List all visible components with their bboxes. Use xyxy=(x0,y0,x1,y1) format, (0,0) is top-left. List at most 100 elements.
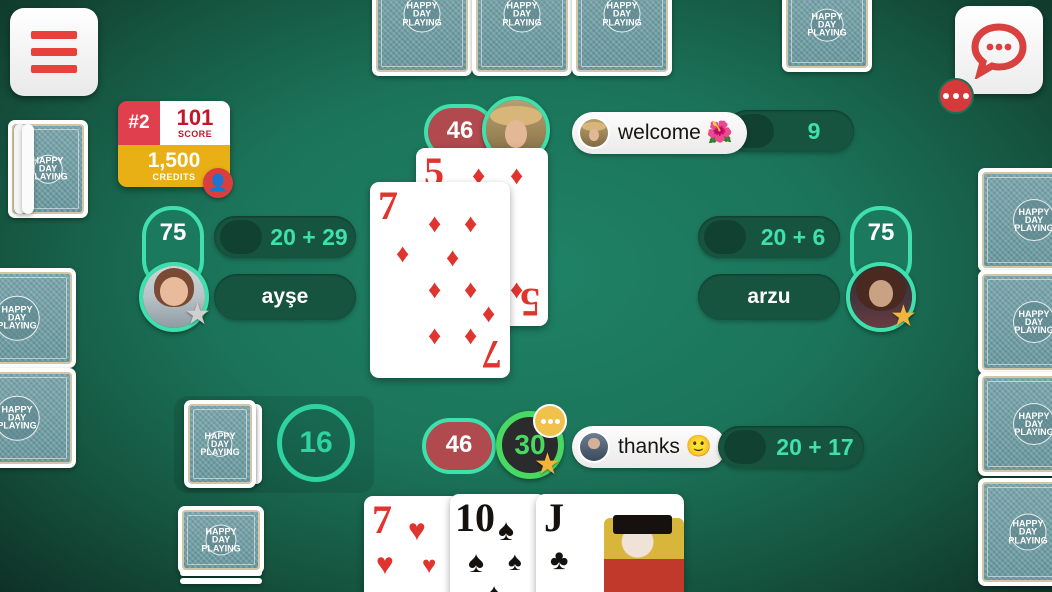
card-back-logo: HAPPY DAY PLAYING xyxy=(0,395,40,441)
chat-message: thanks 🙂 xyxy=(618,435,712,458)
bubble-avatar xyxy=(578,117,610,149)
score-slot xyxy=(724,430,766,464)
card-pip: ♦ xyxy=(482,298,496,328)
card-back-pattern: HAPPY DAY PLAYING xyxy=(982,482,1052,582)
right-opponent-card[interactable]: HAPPY DAY PLAYING xyxy=(978,270,1052,374)
credits-label: CREDITS xyxy=(152,172,196,182)
card-back-pattern: HAPPY DAY PLAYING xyxy=(188,404,252,484)
left-player-score-pill: 20 + 29 xyxy=(214,216,356,258)
chat-button[interactable] xyxy=(955,6,1043,94)
bottom-player-chat-icon[interactable] xyxy=(533,404,567,438)
right-player-timer-value: 75 xyxy=(867,219,895,246)
card-back-pattern: HAPPY DAY PLAYING xyxy=(786,0,868,68)
rank-badge: #2 xyxy=(118,101,160,145)
card-back-pattern: HAPPY DAY PLAYING xyxy=(476,0,568,72)
deck-remaining-count: 16 xyxy=(277,404,355,482)
hand-card[interactable]: 10 ♠ ♠ ♠ ♠ xyxy=(450,494,546,592)
top-player-score: 9 xyxy=(807,117,821,144)
bottom-player-star-icon: ★ xyxy=(534,448,561,481)
second-deck-stack-edge xyxy=(180,570,262,576)
top-right-opponent-card[interactable]: HAPPY DAY PLAYING xyxy=(782,0,872,72)
card-back-logo: HAPPY DAY PLAYING xyxy=(1013,199,1052,241)
card-back-pattern: HAPPY DAY PLAYING xyxy=(0,372,72,464)
top-player-timer-value: 46 xyxy=(446,117,474,144)
left-opponent-card[interactable]: HAPPY DAY PLAYING xyxy=(0,268,76,368)
badge-dot xyxy=(963,93,969,99)
card-back-pattern: HAPPY DAY PLAYING xyxy=(376,0,468,72)
left-player-timer-value: 75 xyxy=(159,219,187,246)
menu-bar xyxy=(31,48,77,56)
card-pip: ♦ xyxy=(464,320,478,350)
card-rank-bottom: 5 xyxy=(520,280,540,325)
draw-deck[interactable]: HAPPY DAY PLAYING xyxy=(184,400,256,488)
second-deck-pile[interactable]: HAPPY DAY PLAYING xyxy=(178,506,264,574)
card-rank-bottom: 7 xyxy=(482,332,502,377)
card-pip: ♥ xyxy=(376,548,394,581)
left-stack-edge xyxy=(22,124,34,214)
chat-bubble-icon xyxy=(971,23,1027,79)
score-label: SCORE xyxy=(177,129,212,139)
hand-card[interactable]: 7 ♥ ♥ ♥ xyxy=(364,496,460,592)
left-player-name-pill: ayşe xyxy=(214,274,356,320)
card-pip: ♠ xyxy=(486,580,502,592)
card-back-pattern: HAPPY DAY PLAYING xyxy=(182,510,260,570)
card-back-logo: HAPPY DAY PLAYING xyxy=(807,8,847,42)
card-back-pattern: HAPPY DAY PLAYING xyxy=(982,172,1052,268)
jack-crown xyxy=(612,515,673,534)
left-player-name: ayşe xyxy=(261,285,309,308)
card-back-pattern: HAPPY DAY PLAYING xyxy=(576,0,668,72)
right-opponent-card[interactable]: HAPPY DAY PLAYING xyxy=(978,372,1052,476)
card-back-logo: HAPPY DAY PLAYING xyxy=(200,430,240,458)
bottom-player-chat-bubble: thanks 🙂 xyxy=(572,426,726,468)
card-back-logo: HAPPY DAY PLAYING xyxy=(1008,513,1048,551)
avatar-image xyxy=(580,119,608,147)
deck-count-value: 16 xyxy=(299,426,333,459)
card-rank: 7 xyxy=(378,183,398,228)
card-pip: ♣ xyxy=(550,544,569,575)
bottom-player-score: 20 + 17 xyxy=(776,433,854,460)
card-pip: ♦ xyxy=(428,208,442,238)
card-back-logo: HAPPY DAY PLAYING xyxy=(502,0,542,33)
score-row: #2 101 SCORE xyxy=(118,101,230,145)
card-pip: ♦ xyxy=(464,274,478,304)
left-opponent-card[interactable]: HAPPY DAY PLAYING xyxy=(0,368,76,468)
score-slot xyxy=(220,220,262,254)
card-pip: ♦ xyxy=(464,208,478,238)
card-back-logo: HAPPY DAY PLAYING xyxy=(1013,403,1052,445)
card-pip: ♦ xyxy=(428,320,442,350)
card-rank: 10 xyxy=(455,495,495,540)
right-player-name: arzu xyxy=(747,285,791,308)
bottom-player-timer: 46 xyxy=(422,418,496,474)
score-value: 101 xyxy=(176,105,214,130)
top-opponent-card[interactable]: HAPPY DAY PLAYING xyxy=(472,0,572,76)
badge-dot xyxy=(953,93,959,99)
bottom-player-timer-value: 46 xyxy=(445,431,473,458)
top-opponent-card[interactable]: HAPPY DAY PLAYING xyxy=(572,0,672,76)
right-opponent-card[interactable]: HAPPY DAY PLAYING xyxy=(978,168,1052,272)
card-pip: ♠ xyxy=(498,514,514,547)
game-table: HAPPY DAY PLAYING HAPPY DAY PLAYING HAPP… xyxy=(0,0,1052,592)
credits-value: 1,500 xyxy=(147,149,201,172)
left-player-score: 20 + 29 xyxy=(270,223,348,250)
second-deck-stack-edge xyxy=(180,578,262,584)
badge-dot xyxy=(547,418,553,424)
right-opponent-card[interactable]: HAPPY DAY PLAYING xyxy=(978,478,1052,586)
card-back-pattern: HAPPY DAY PLAYING xyxy=(0,272,72,364)
top-player-chat-bubble: welcome 🌺 xyxy=(572,112,747,154)
hand-card[interactable]: J ♣ xyxy=(536,494,684,592)
top-opponent-card[interactable]: HAPPY DAY PLAYING xyxy=(372,0,472,76)
avatar-image xyxy=(580,433,608,461)
menu-bar xyxy=(31,65,77,73)
chat-notification-badge[interactable] xyxy=(938,78,974,114)
card-back-logo: HAPPY DAY PLAYING xyxy=(602,0,642,33)
right-player-score: 20 + 6 xyxy=(760,223,826,250)
card-pip: ♦ xyxy=(510,160,524,190)
hamburger-menu-icon[interactable] xyxy=(10,8,98,96)
discard-card-top[interactable]: 7 ♦ ♦ ♦ ♦ ♦ ♦ ♦ ♦ ♦ 7 xyxy=(370,182,510,378)
person-icon[interactable]: 👤 xyxy=(203,168,233,198)
card-pip: ♦ xyxy=(428,274,442,304)
chat-message: welcome 🌺 xyxy=(618,121,733,144)
badge-dot xyxy=(943,93,949,99)
card-rank: J xyxy=(544,495,564,540)
right-player-score-pill: 20 + 6 xyxy=(698,216,840,258)
